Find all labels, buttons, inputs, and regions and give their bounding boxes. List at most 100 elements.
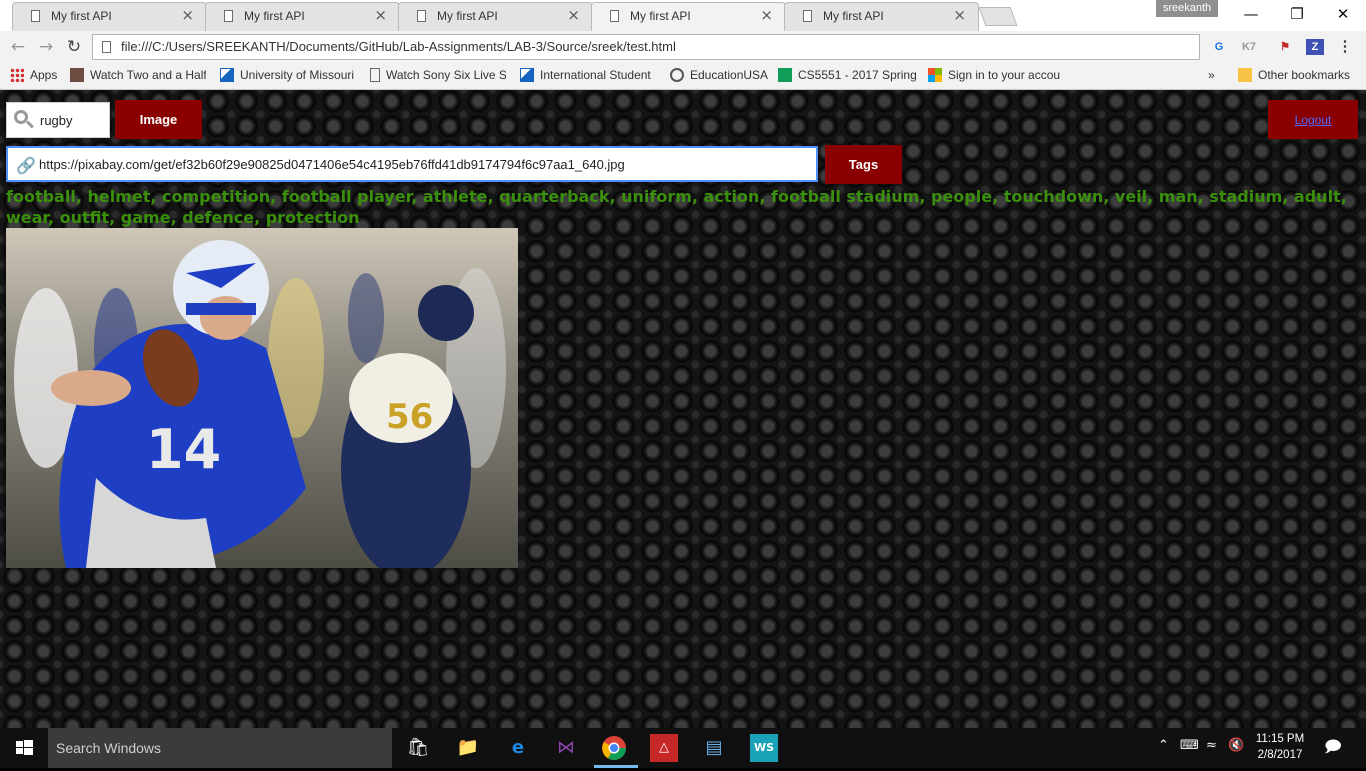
folder-icon (1238, 68, 1252, 82)
other-bookmarks[interactable]: Other bookmarks (1238, 68, 1362, 85)
close-icon[interactable]: × (760, 6, 773, 24)
search-input[interactable]: rugby (6, 102, 110, 138)
clock-time: 11:15 PM (1255, 733, 1305, 745)
close-icon[interactable]: × (953, 6, 966, 24)
university-icon (520, 68, 534, 82)
flag-extension-icon[interactable]: ⚑ (1276, 39, 1294, 55)
bookmark-label: University of Missouri (240, 68, 355, 82)
new-tab-button[interactable] (978, 7, 1018, 26)
z-extension-icon[interactable]: Z (1306, 39, 1324, 55)
bookmark-international-student[interactable]: International Student (520, 68, 656, 85)
page-icon (370, 68, 380, 82)
bookmark-label: Apps (30, 68, 58, 82)
chrome-logo (602, 736, 626, 761)
close-window-icon[interactable]: ✕ (1320, 0, 1366, 30)
bookmark-cs5551[interactable]: CS5551 - 2017 Spring (778, 68, 916, 85)
page-content: rugby Image Logout 🔗 https://pixabay.com… (0, 90, 1366, 728)
tab-1[interactable]: My first API × (12, 2, 207, 31)
image-button[interactable]: Image (115, 100, 202, 139)
tab-2[interactable]: My first API × (205, 2, 400, 31)
football-photo: 56 14 (6, 228, 518, 568)
image-url-value: https://pixabay.com/get/ef32b60f29e90825… (39, 157, 625, 172)
bookmark-label: Sign in to your accou (948, 68, 1061, 82)
show-hidden-icons[interactable]: ⌃ (1158, 738, 1169, 753)
photos-icon[interactable]: ▤ (700, 734, 728, 762)
bookmark-label: Other bookmarks (1258, 68, 1351, 82)
reload-icon[interactable]: ↻ (62, 36, 86, 58)
logout-button[interactable]: Logout (1268, 100, 1358, 139)
tab-3[interactable]: My first API × (398, 2, 593, 31)
volume-muted-icon[interactable]: 🔇 (1228, 738, 1244, 753)
tags-result: football, helmet, competition, football … (6, 187, 1347, 227)
result-image: 56 14 (6, 228, 518, 568)
bookmark-university-of-missouri[interactable]: University of Missouri (220, 68, 356, 85)
tab-title: My first API (630, 9, 691, 23)
store-icon[interactable]: 🛍 (404, 734, 432, 762)
bookmark-apps[interactable]: Apps (10, 68, 66, 85)
microsoft-icon (928, 68, 942, 82)
wifi-icon[interactable]: ≈ (1206, 738, 1217, 753)
visual-studio-icon[interactable]: ⋈ (552, 734, 580, 762)
acrobat-icon[interactable]: △ (650, 734, 678, 762)
bookmark-label: CS5551 - 2017 Spring (798, 68, 916, 82)
page-icon (31, 10, 40, 22)
tab-title: My first API (823, 9, 884, 23)
translate-icon[interactable]: G (1210, 39, 1228, 55)
tab-title: My first API (437, 9, 498, 23)
file-explorer-icon[interactable]: 📁 (454, 734, 482, 762)
minimize-icon[interactable]: — (1228, 0, 1274, 30)
image-url-input[interactable]: 🔗 https://pixabay.com/get/ef32b60f29e908… (6, 146, 818, 182)
forward-arrow-icon[interactable]: → (34, 36, 58, 58)
windows-taskbar: Search Windows 🛍 📁 e ⋈ △ ▤ WS ⌃ ⌨ ≈ 🔇 11… (0, 728, 1366, 768)
tab-strip: My first API × My first API × My first A… (0, 0, 1366, 31)
browser-toolbar: ← → ↻ file:///C:/Users/SREEKANTH/Documen… (0, 31, 1366, 63)
close-icon[interactable]: × (374, 6, 387, 24)
taskbar-search-input[interactable]: Search Windows (48, 728, 392, 768)
page-icon (803, 10, 812, 22)
windows-logo-icon (16, 740, 33, 755)
tab-5[interactable]: My first API × (784, 2, 979, 31)
bookmark-label: Watch Sony Six Live S (386, 68, 506, 82)
tab-4-active[interactable]: My first API × (591, 2, 786, 31)
close-icon[interactable]: × (181, 6, 194, 24)
clock-date: 2/8/2017 (1257, 749, 1303, 761)
webstorm-icon[interactable]: WS (750, 734, 778, 762)
bookmark-sony-six[interactable]: Watch Sony Six Live S (370, 68, 506, 85)
start-button[interactable] (0, 728, 48, 768)
page-icon (224, 10, 233, 22)
bookmark-two-and-a-half[interactable]: Watch Two and a Half (70, 68, 206, 85)
address-bar[interactable]: file:///C:/Users/SREEKANTH/Documents/Git… (92, 34, 1200, 60)
page-icon (102, 41, 111, 53)
profile-name[interactable]: sreekanth (1156, 0, 1218, 17)
bookmark-educationusa[interactable]: EducationUSA (670, 68, 772, 85)
taskbar-clock[interactable]: 11:15 PM 2/8/2017 (1252, 731, 1308, 763)
bookmarks-overflow-button[interactable]: » (1208, 68, 1222, 85)
search-value: rugby (40, 113, 73, 128)
restore-icon[interactable]: ❐ (1274, 0, 1320, 30)
k7-extension-icon[interactable]: K7 (1240, 39, 1258, 55)
edge-icon[interactable]: e (504, 734, 532, 762)
action-center-icon[interactable]: 🗩 (1324, 736, 1342, 763)
link-icon: 🔗 (16, 156, 36, 175)
taskbar-search-placeholder: Search Windows (56, 740, 162, 756)
back-arrow-icon[interactable]: ← (6, 36, 30, 58)
address-text: file:///C:/Users/SREEKANTH/Documents/Git… (121, 39, 676, 54)
keyboard-icon[interactable]: ⌨ (1180, 738, 1199, 753)
tab-title: My first API (244, 9, 305, 23)
bookmark-sign-in[interactable]: Sign in to your accou (928, 68, 1066, 85)
defender-jersey-number: 56 (386, 397, 433, 437)
sheet-icon (778, 68, 792, 82)
close-icon[interactable]: × (567, 6, 580, 24)
bookmark-label: International Student (540, 68, 651, 82)
university-icon (220, 68, 234, 82)
chrome-icon[interactable] (600, 734, 628, 762)
menu-icon[interactable]: ⋮ (1336, 39, 1354, 55)
logout-link[interactable]: Logout (1295, 113, 1332, 127)
tab-title: My first API (51, 9, 112, 23)
page-icon (610, 10, 619, 22)
quarterback-jersey-number: 14 (146, 418, 221, 481)
bookmarks-bar: Apps Watch Two and a Half University of … (0, 63, 1366, 90)
tags-button[interactable]: Tags (825, 145, 902, 184)
seal-icon (670, 68, 684, 82)
apps-grid-icon (10, 68, 24, 82)
